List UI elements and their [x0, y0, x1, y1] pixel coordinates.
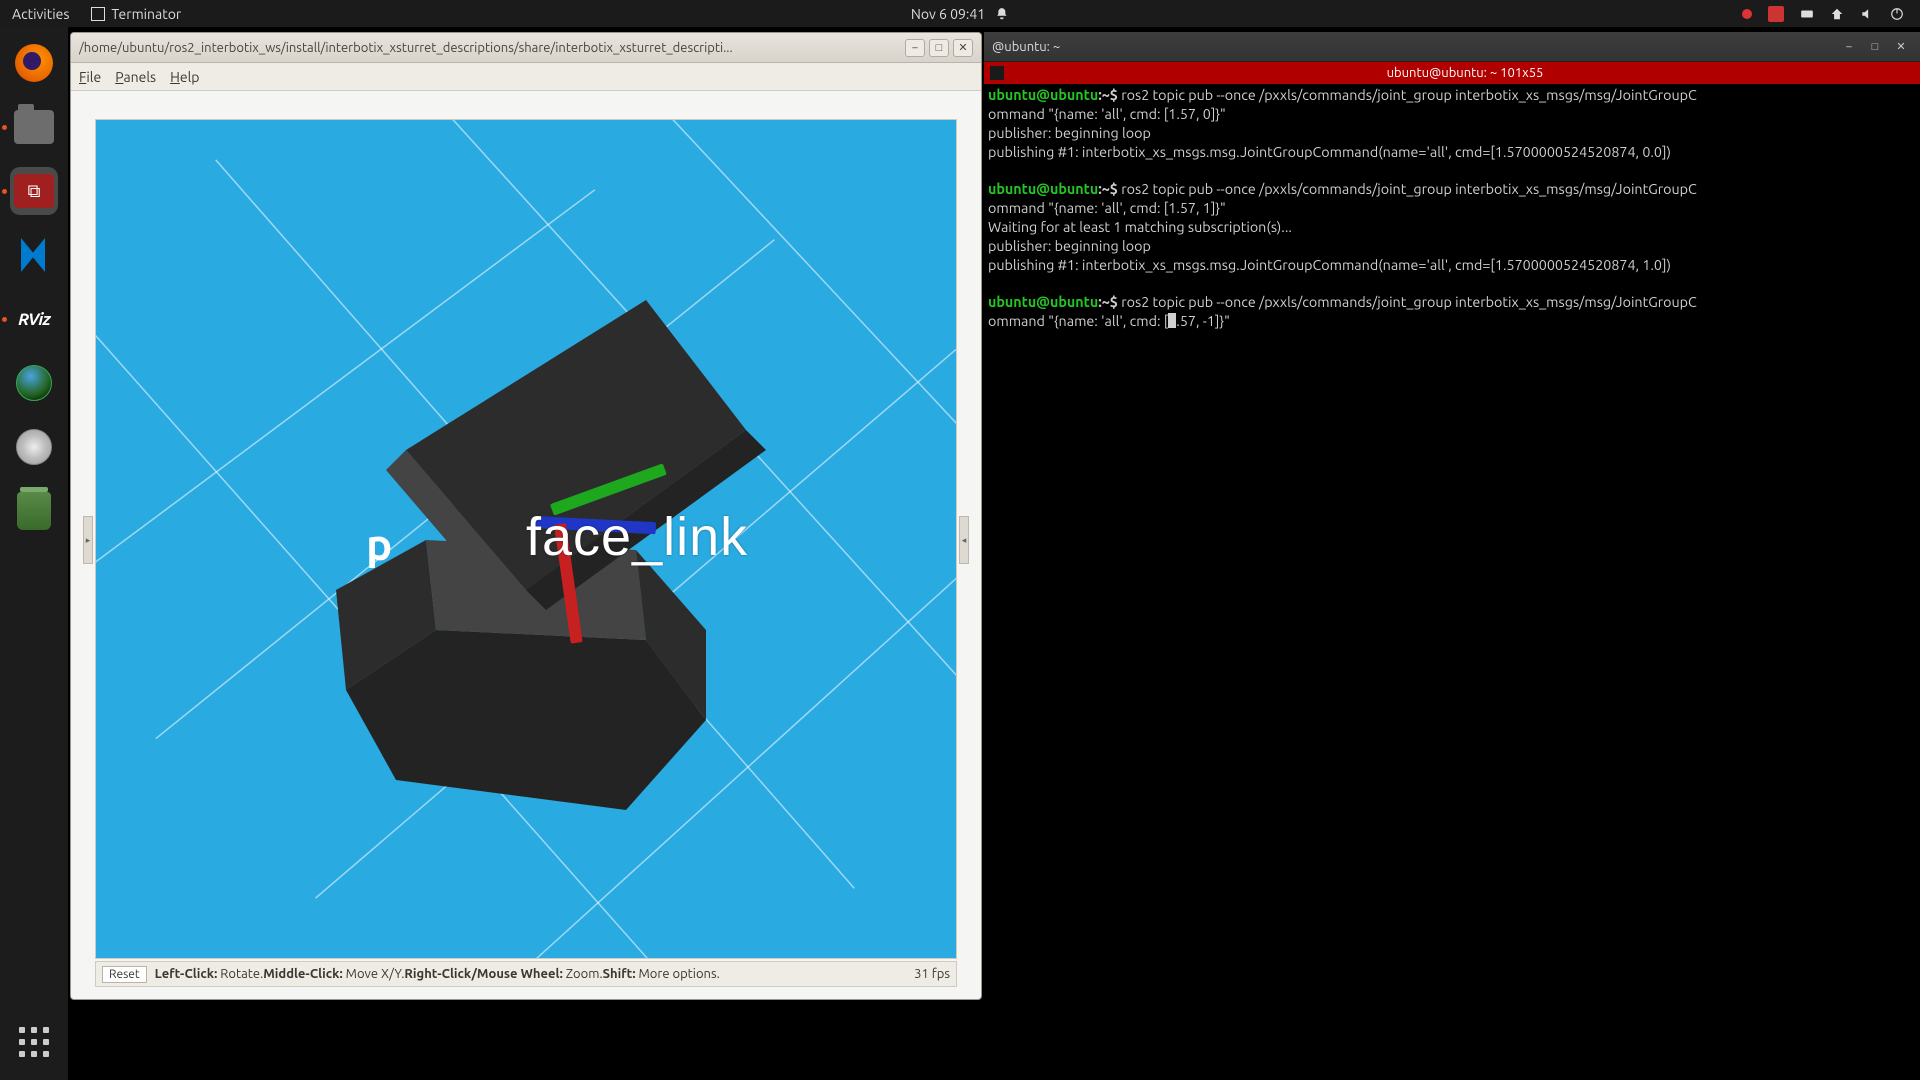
dock-files[interactable] — [10, 103, 58, 151]
term-tab-header[interactable]: ubuntu@ubuntu: ~ 101x55 — [984, 62, 1920, 84]
prompt-path: :~$ — [1098, 181, 1121, 197]
term-title: @ubuntu: ~ — [992, 40, 1834, 54]
rviz-window: /home/ubuntu/ros2_interbotix_ws/install/… — [70, 32, 982, 1000]
firefox-icon — [15, 44, 53, 82]
globe-icon — [16, 365, 52, 401]
prompt-user: ubuntu@ubuntu — [988, 294, 1098, 310]
dock-rviz[interactable]: RViz — [10, 295, 58, 343]
hint-shift: Shift: More options. — [603, 967, 720, 981]
prompt-user: ubuntu@ubuntu — [988, 181, 1098, 197]
rviz-icon: RViz — [18, 310, 50, 329]
activities-button[interactable]: Activities — [12, 6, 69, 22]
maximize-button[interactable]: □ — [1864, 38, 1886, 56]
terminator-window: @ubuntu: ~ – □ ✕ ubuntu@ubuntu: ~ 101x55… — [984, 32, 1920, 1080]
dock: ⧉ RViz — [0, 27, 68, 1080]
dock-trash[interactable] — [10, 487, 58, 535]
active-app-name[interactable]: Terminator — [111, 6, 181, 22]
menu-help[interactable]: Help — [170, 69, 199, 85]
volume-icon[interactable] — [1860, 7, 1874, 21]
network-icon[interactable] — [1830, 7, 1844, 21]
term-titlebar[interactable]: @ubuntu: ~ – □ ✕ — [984, 32, 1920, 62]
clock[interactable]: Nov 6 09:41 — [911, 6, 985, 22]
gnome-top-panel: Activities Terminator Nov 6 09:41 — [0, 0, 1920, 27]
rviz-status-bar: Reset Left-Click: Rotate. Middle-Click: … — [95, 961, 957, 987]
dock-firefox[interactable] — [10, 39, 58, 87]
reset-button[interactable]: Reset — [102, 966, 147, 983]
dock-terminator[interactable]: ⧉ — [10, 167, 58, 215]
terminal-body[interactable]: ubuntu@ubuntu:~$ ros2 topic pub --once /… — [984, 84, 1920, 1080]
terminator-tab-icon — [990, 66, 1004, 80]
minimize-button[interactable]: – — [1838, 38, 1860, 56]
rviz-title: /home/ubuntu/ros2_interbotix_ws/install/… — [79, 41, 901, 55]
files-icon — [14, 110, 54, 144]
dock-vscode[interactable] — [10, 231, 58, 279]
hint-right: Right-Click/Mouse Wheel: Zoom. — [404, 967, 602, 981]
minimize-button[interactable]: – — [905, 39, 925, 57]
hint-middle: Middle-Click: Move X/Y. — [263, 967, 404, 981]
maximize-button[interactable]: □ — [929, 39, 949, 57]
power-icon[interactable] — [1890, 7, 1904, 21]
close-button[interactable]: ✕ — [1890, 38, 1912, 56]
disc-icon — [16, 429, 52, 465]
menu-file[interactable]: File — [79, 69, 101, 85]
rviz-3d-viewport[interactable]: p face_link — [95, 119, 957, 959]
cmd-text: ommand "{name: 'all', cmd: [ — [988, 313, 1168, 329]
prompt-path: :~$ — [1098, 294, 1121, 310]
term-output: publisher: beginning loop — [988, 238, 1151, 254]
notification-icon[interactable] — [995, 7, 1009, 21]
record-indicator-icon[interactable] — [1742, 9, 1752, 19]
cmd-text: ros2 topic pub --once /pxxls/commands/jo… — [1121, 294, 1697, 310]
close-button[interactable]: ✕ — [953, 39, 973, 57]
cmd-text: ros2 topic pub --once /pxxls/commands/jo… — [1121, 181, 1697, 197]
term-output: publishing #1: interbotix_xs_msgs.msg.Jo… — [988, 257, 1671, 273]
cmd-text: .57, -1]}" — [1176, 313, 1230, 329]
rviz-menubar: File Panels Help — [71, 63, 981, 91]
label-p: p — [366, 520, 392, 569]
hint-left: Left-Click: Rotate. — [155, 967, 264, 981]
vscode-icon — [17, 238, 51, 272]
term-output: publishing #1: interbotix_xs_msgs.msg.Jo… — [988, 144, 1671, 160]
term-output: publisher: beginning loop — [988, 125, 1151, 141]
show-applications-button[interactable] — [10, 1018, 58, 1066]
dock-globe[interactable] — [10, 359, 58, 407]
term-output: Waiting for at least 1 matching subscrip… — [988, 219, 1292, 235]
trash-icon — [17, 492, 51, 530]
label-face-link: face_link — [526, 506, 748, 568]
cmd-text: ommand "{name: 'all', cmd: [1.57, 1]}" — [988, 200, 1226, 216]
terminator-icon: ⧉ — [14, 174, 54, 208]
robot-model — [276, 240, 836, 940]
prompt-path: :~$ — [1098, 87, 1121, 103]
left-panel-handle[interactable]: ▸ — [83, 516, 93, 564]
cmd-text: ommand "{name: 'all', cmd: [1.57, 0]}" — [988, 106, 1226, 122]
menu-panels[interactable]: Panels — [115, 69, 156, 85]
right-panel-handle[interactable]: ◂ — [959, 516, 969, 564]
rviz-titlebar[interactable]: /home/ubuntu/ros2_interbotix_ws/install/… — [71, 33, 981, 63]
cmd-text: ros2 topic pub --once /pxxls/commands/jo… — [1121, 87, 1697, 103]
active-app-icon — [91, 7, 105, 21]
dock-disc[interactable] — [10, 423, 58, 471]
term-tab-title: ubuntu@ubuntu: ~ 101x55 — [1010, 66, 1920, 80]
keyboard-icon[interactable] — [1800, 7, 1814, 21]
fps-counter: 31 fps — [914, 967, 950, 981]
tray-app-icon[interactable] — [1768, 6, 1784, 22]
prompt-user: ubuntu@ubuntu — [988, 87, 1098, 103]
